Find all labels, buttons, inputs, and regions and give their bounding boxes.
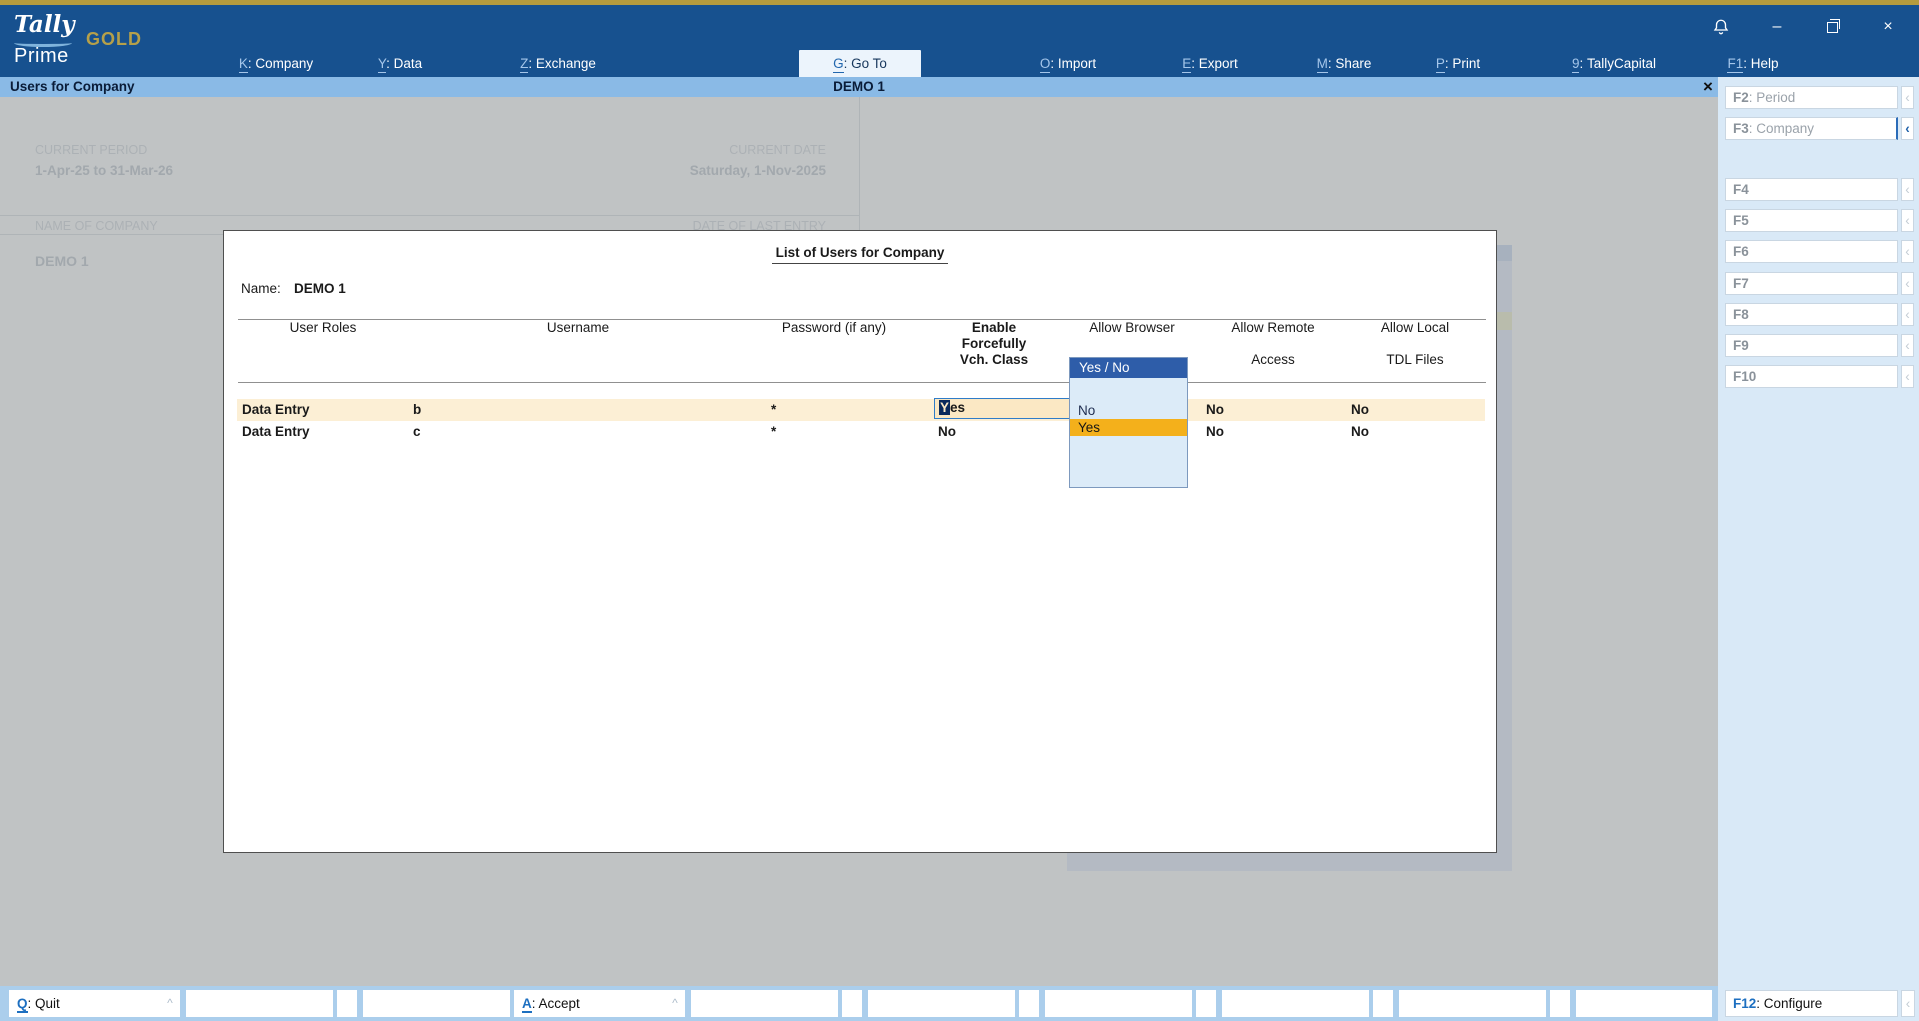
name-label: Name: (241, 281, 281, 296)
toolbar-slot (337, 990, 357, 1017)
screen-title: Users for Company (10, 79, 135, 94)
current-period-value: 1-Apr-25 to 31-Mar-26 (35, 163, 174, 178)
dropdown-body: No Yes (1070, 378, 1187, 487)
sidebar-button-f9[interactable]: F9 (1725, 334, 1898, 357)
menu-item-print[interactable]: P: Print (1383, 51, 1533, 77)
menu-item-go-to[interactable]: G: Go To (799, 50, 921, 78)
menu-item-data[interactable]: Y: Data (325, 51, 475, 77)
name-value: DEMO 1 (294, 281, 346, 296)
sidebar-button-f5[interactable]: F5 (1725, 209, 1898, 232)
column-header-password: Password (if any) (781, 320, 887, 335)
toolbar-slot (1399, 990, 1546, 1017)
sidebar-button-f10[interactable]: F10 (1725, 365, 1898, 388)
cell-allow-remote: No (1206, 402, 1224, 417)
enable-vch-class-field[interactable]: Yes (934, 398, 1077, 419)
sidebar-button-f4[interactable]: F4 (1725, 178, 1898, 201)
company-list-item: DEMO 1 (35, 253, 89, 269)
name-of-company-label: NAME OF COMPANY (35, 219, 158, 233)
current-date-label: CURRENT DATE (729, 143, 826, 157)
chevron-left-icon[interactable]: ‹ (1901, 303, 1914, 326)
dropdown-option-no[interactable]: No (1070, 402, 1187, 419)
screen-title-bar: DEMO 1 Users for Company × (0, 77, 1718, 97)
cell-allow-local: No (1351, 424, 1369, 439)
menu-item-exchange[interactable]: Z: Exchange (483, 51, 633, 77)
configure-button[interactable]: F12: Configure (1725, 990, 1898, 1017)
dropdown-header: Yes / No (1070, 358, 1187, 378)
cell-allow-remote: No (1206, 424, 1224, 439)
menu-item-tallycapital[interactable]: 9: TallyCapital (1539, 51, 1689, 77)
current-date-value: Saturday, 1-Nov-2025 (689, 163, 826, 178)
background-panel-band (1497, 245, 1512, 261)
dialog-title: List of Users for Company (224, 245, 1496, 264)
toolbar-slot (1550, 990, 1570, 1017)
sidebar-button-f2-period[interactable]: F2: Period (1725, 86, 1898, 109)
toolbar-slot (1019, 990, 1039, 1017)
cell-password: * (771, 424, 777, 439)
cell-username: b (413, 402, 422, 417)
toolbar-slot (1196, 990, 1216, 1017)
chevron-left-icon[interactable]: ‹ (1901, 334, 1914, 357)
quit-button[interactable]: Q: Quit (9, 990, 164, 1017)
current-period-label: CURRENT PERIOD (35, 143, 148, 157)
chevron-left-icon[interactable]: ‹ (1901, 240, 1914, 263)
chevron-left-icon[interactable]: ‹ (1901, 117, 1914, 140)
user-row[interactable]: Data Entry b * Yes No No (237, 398, 1485, 421)
toolbar-slot (186, 990, 333, 1017)
chevron-left-icon[interactable]: ‹ (1901, 86, 1914, 109)
cell-enable-vch-class: No (938, 424, 956, 439)
toolbar-slot (1045, 990, 1192, 1017)
chevron-left-icon[interactable]: ‹ (1901, 272, 1914, 295)
bell-icon[interactable] (1710, 16, 1732, 38)
chevron-left-icon[interactable]: ‹ (1901, 990, 1915, 1017)
menu-item-help[interactable]: F1: Help (1678, 51, 1828, 77)
toolbar-slot (1373, 990, 1393, 1017)
cell-password: * (771, 402, 777, 417)
cell-allow-local: No (1351, 402, 1369, 417)
toolbar-slot (363, 990, 510, 1017)
chevron-left-icon[interactable]: ‹ (1901, 365, 1914, 388)
menu-item-import[interactable]: O: Import (993, 51, 1143, 77)
table-header-rule (238, 382, 1486, 383)
sidebar-button-f6[interactable]: F6 (1725, 240, 1898, 263)
user-row[interactable]: Data Entry c * No No No (237, 421, 1485, 443)
toolbar-slot (1576, 990, 1712, 1017)
close-icon[interactable]: × (1877, 16, 1899, 38)
edition-badge: GOLD (86, 29, 142, 49)
column-header-allow-local: Allow Local TDL Files (1380, 320, 1450, 367)
sidebar-button-f3-company[interactable]: F3: Company (1725, 117, 1898, 140)
function-key-sidebar: F2: Period ‹ F3: Company ‹ F4 ‹ F5 ‹ F6 … (1718, 77, 1919, 1021)
sidebar-button-f8[interactable]: F8 (1725, 303, 1898, 326)
caret-icon[interactable]: ^ (665, 990, 685, 1017)
top-menu-bar: Tally Prime GOLD K: Company Y: Data Z: E… (0, 5, 1919, 78)
cell-user-role: Data Entry (242, 424, 310, 439)
toolbar-slot (868, 990, 1015, 1017)
cell-user-role: Data Entry (242, 402, 310, 417)
toolbar-slot (1222, 990, 1369, 1017)
active-company-name: DEMO 1 (833, 79, 885, 94)
panel-divider (859, 97, 860, 230)
caret-icon[interactable]: ^ (160, 990, 180, 1017)
accept-button[interactable]: A: Accept (514, 990, 669, 1017)
tally-prime-window: Tally Prime GOLD K: Company Y: Data Z: E… (0, 0, 1919, 1021)
bottom-button-bar: Q: Quit ^ A: Accept ^ (0, 986, 1718, 1021)
toolbar-slot (842, 990, 862, 1017)
text-selection-cursor: Y (939, 400, 951, 415)
chevron-left-icon[interactable]: ‹ (1901, 209, 1914, 232)
column-header-user-roles: User Roles (289, 320, 357, 335)
chevron-left-icon[interactable]: ‹ (1901, 178, 1914, 201)
tally-logo-prime: Prime (14, 45, 69, 67)
dropdown-option-yes[interactable]: Yes (1070, 419, 1187, 436)
minimize-icon[interactable]: – (1766, 16, 1788, 38)
sidebar-button-f7[interactable]: F7 (1725, 272, 1898, 295)
yes-no-dropdown: Yes / No No Yes (1069, 357, 1188, 488)
cell-username: c (413, 424, 421, 439)
column-header-username: Username (546, 320, 610, 335)
section-divider (0, 215, 859, 216)
restore-icon[interactable] (1822, 16, 1844, 38)
toolbar-slot (691, 990, 838, 1017)
menu-item-export[interactable]: E: Export (1135, 51, 1285, 77)
screen-close-icon[interactable]: × (1698, 77, 1718, 97)
list-of-users-dialog: List of Users for Company Name: DEMO 1 U… (223, 230, 1497, 853)
